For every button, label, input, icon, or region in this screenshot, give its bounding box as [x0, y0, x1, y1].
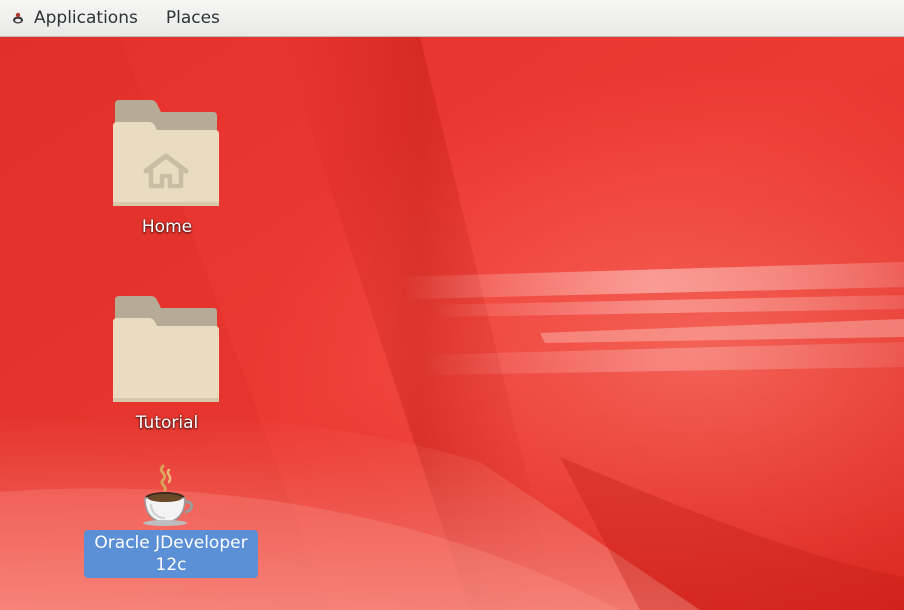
home-folder-icon [113, 100, 219, 206]
desktop-icon-oracle-jdeveloper-label: Oracle JDeveloper 12c [84, 530, 258, 578]
gnome-foot-icon [13, 12, 23, 24]
desktop-icon-tutorial[interactable]: Tutorial [92, 292, 242, 434]
desktop-icon-tutorial-label: Tutorial [135, 413, 199, 433]
places-menu-label: Places [165, 8, 220, 28]
top-panel: Applications Places [0, 0, 904, 37]
applications-menu-label: Applications [34, 8, 138, 28]
folder-icon [113, 296, 219, 402]
desktop-icon-oracle-jdeveloper[interactable]: Oracle JDeveloper 12c [84, 462, 258, 578]
applications-menu[interactable]: Applications [0, 0, 152, 37]
desktop-icon-home-label: Home [141, 217, 193, 237]
places-menu[interactable]: Places [152, 0, 234, 37]
java-coffee-cup-icon [143, 464, 194, 526]
desktop-screen: Applications Places Home Tutorial Oracle… [0, 0, 904, 610]
desktop-icon-home[interactable]: Home [92, 96, 242, 238]
